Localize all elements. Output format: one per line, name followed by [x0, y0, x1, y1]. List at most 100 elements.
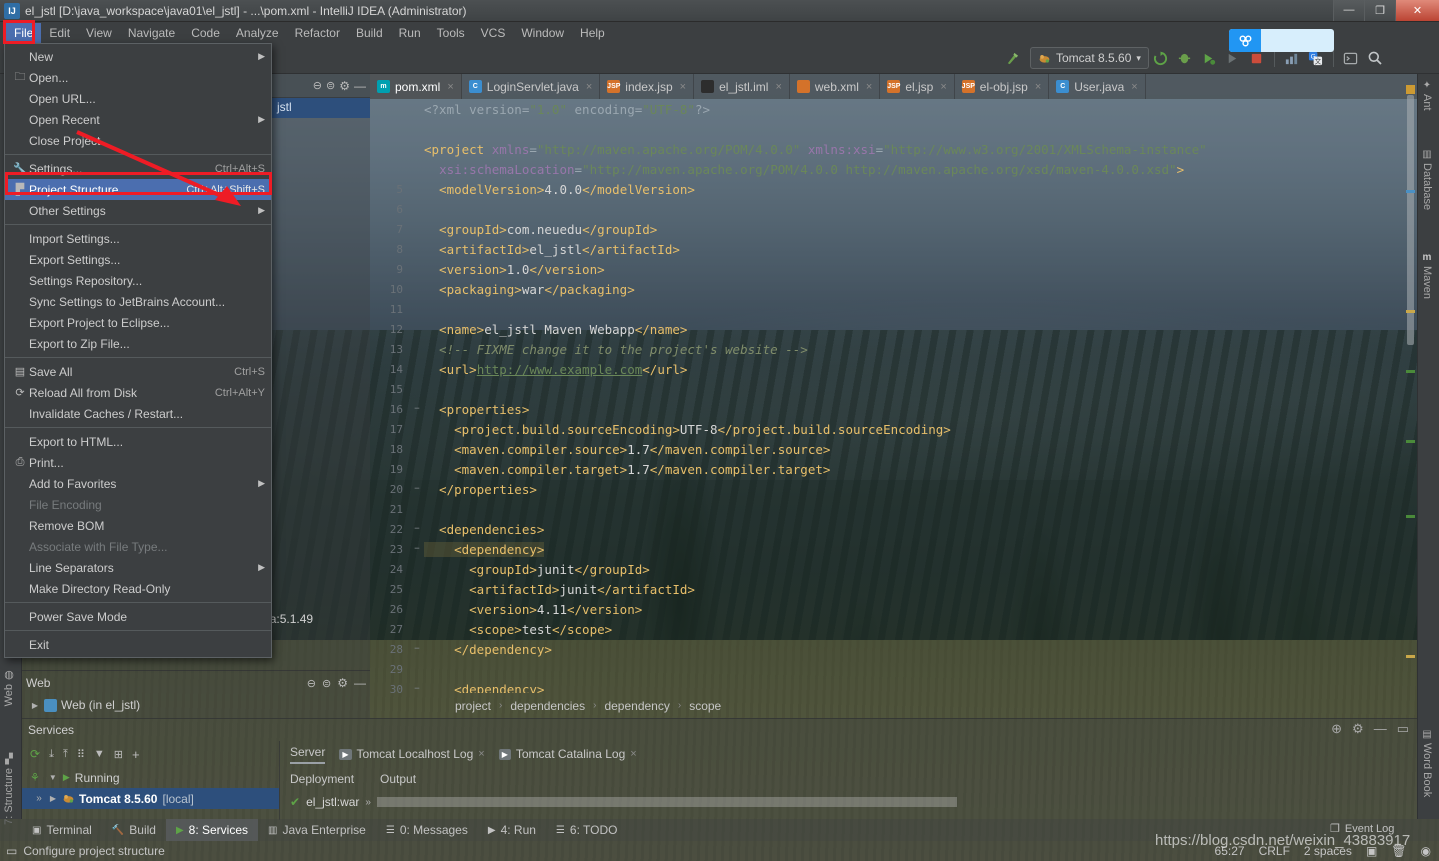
menu-item-view[interactable]: View: [78, 23, 120, 43]
expand-arrow-icon[interactable]: ▶: [30, 701, 40, 710]
file-menu-item-export-settings[interactable]: Export Settings...: [5, 249, 271, 270]
menu-item-analyze[interactable]: Analyze: [228, 23, 287, 43]
collapse-all-icon[interactable]: ⊖: [307, 677, 316, 690]
bottom-tool-0-messages[interactable]: ☰ 0: Messages: [376, 819, 478, 841]
expand-all-icon[interactable]: ⊜: [322, 677, 331, 690]
fold-toggle-icon[interactable]: −: [410, 644, 424, 654]
tool-window-maven[interactable]: m Maven: [1421, 252, 1433, 299]
close-icon[interactable]: ×: [630, 748, 636, 760]
menu-item-refactor[interactable]: Refactor: [287, 23, 348, 43]
run-config-icon[interactable]: ⚘: [30, 771, 40, 784]
fold-toggle-icon[interactable]: −: [410, 684, 424, 693]
scrollbar-thumb[interactable]: [1407, 95, 1414, 345]
editor-tab-web-xml[interactable]: web.xml ×: [790, 74, 881, 99]
editor-scrollbar[interactable]: [1406, 85, 1415, 658]
tool-window-database[interactable]: ▥ Database: [1421, 149, 1433, 210]
rerun-icon[interactable]: [1150, 47, 1172, 69]
notification-chip[interactable]: [1229, 29, 1334, 52]
web-tree-item[interactable]: ▶ Web (in el_jstl): [22, 695, 370, 715]
refresh-icon[interactable]: ⟳: [30, 747, 40, 761]
services-tomcat-row[interactable]: » ▶ Tomcat 8.5.60 [local]: [22, 788, 279, 809]
menu-item-build[interactable]: Build: [348, 23, 391, 43]
file-menu-item-open[interactable]: 🗀 Open...: [5, 67, 271, 88]
editor-tab-el-jstl-iml[interactable]: el_jstl.iml ×: [694, 74, 790, 99]
close-icon[interactable]: ×: [866, 81, 872, 93]
close-icon[interactable]: ×: [1035, 81, 1041, 93]
file-menu-item-remove-bom[interactable]: Remove BOM: [5, 515, 271, 536]
editor-tab-el-obj-jsp[interactable]: JSP el-obj.jsp ×: [955, 74, 1050, 99]
chevron-down-icon[interactable]: ▾: [1136, 53, 1141, 64]
minimize-button[interactable]: —: [1333, 0, 1364, 21]
subtab-output[interactable]: Output: [380, 772, 416, 786]
file-menu-item-open-url[interactable]: Open URL...: [5, 88, 271, 109]
bottom-tool-4-run[interactable]: ▶ 4: Run: [478, 819, 546, 841]
menu-item-navigate[interactable]: Navigate: [120, 23, 183, 43]
fold-toggle-icon[interactable]: −: [410, 404, 424, 414]
breadcrumb-item-scope[interactable]: scope: [689, 699, 721, 713]
close-icon[interactable]: ×: [680, 81, 686, 93]
menu-item-code[interactable]: Code: [183, 23, 228, 43]
editor-tab-pom-xml[interactable]: m pom.xml ×: [370, 74, 462, 99]
file-menu-item-export-to-zip-file[interactable]: Export to Zip File...: [5, 333, 271, 354]
settings-icon[interactable]: ⚙: [1352, 721, 1364, 737]
file-menu-item-reload-all-from-disk[interactable]: ⟳ Reload All from Disk Ctrl+Alt+Y: [5, 382, 271, 403]
expand-all-icon[interactable]: ⤓: [49, 748, 54, 761]
tool-window-word-book[interactable]: ▤ Word Book: [1421, 729, 1433, 797]
menu-item-run[interactable]: Run: [391, 23, 429, 43]
overflow-icon[interactable]: »: [365, 797, 371, 808]
menu-item-vcs[interactable]: VCS: [473, 23, 514, 43]
bottom-tool-6-todo[interactable]: ☰ 6: TODO: [546, 819, 628, 841]
fold-toggle-icon[interactable]: −: [410, 484, 424, 494]
group-icon[interactable]: ⠿: [77, 748, 85, 761]
breadcrumb-item-dependencies[interactable]: dependencies: [510, 699, 585, 713]
expand-arrow-icon[interactable]: ▶: [48, 794, 58, 803]
tab-tomcat-localhost-log[interactable]: ▶ Tomcat Localhost Log ×: [339, 747, 485, 761]
run-configuration-selector[interactable]: Tomcat 8.5.60 ▾: [1030, 47, 1149, 69]
menu-item-file[interactable]: File: [6, 22, 42, 43]
file-menu-item-open-recent[interactable]: Open Recent ▶: [5, 109, 271, 130]
file-menu-item-exit[interactable]: Exit: [5, 634, 271, 655]
subtab-deployment[interactable]: Deployment: [290, 772, 354, 786]
minimize-panel-icon[interactable]: ▭: [1397, 721, 1409, 737]
fold-toggle-icon[interactable]: −: [410, 524, 424, 534]
overflow-icon[interactable]: »: [30, 793, 48, 804]
settings-icon[interactable]: ⚙: [339, 79, 350, 93]
file-menu-item-sync-settings-to-jetbrains-account[interactable]: Sync Settings to JetBrains Account...: [5, 291, 271, 312]
file-menu-item-print[interactable]: ⎙ Print...: [5, 452, 271, 473]
file-menu-item-export-to-html[interactable]: Export to HTML...: [5, 431, 271, 452]
bottom-tool-build[interactable]: 🔨 Build: [102, 819, 166, 841]
expand-icon[interactable]: ⊜: [326, 79, 335, 92]
file-menu-item-settings-repository[interactable]: Settings Repository...: [5, 270, 271, 291]
file-menu-item-new[interactable]: New ▶: [5, 46, 271, 67]
help-icon[interactable]: ⊕: [1331, 721, 1342, 737]
close-icon[interactable]: ×: [1131, 81, 1137, 93]
tab-server[interactable]: Server: [290, 745, 326, 764]
chrome-icon[interactable]: ◉: [1421, 844, 1431, 858]
settings-icon[interactable]: ⚙: [337, 676, 348, 690]
menu-item-help[interactable]: Help: [572, 23, 613, 43]
menu-item-tools[interactable]: Tools: [429, 23, 473, 43]
restore-button[interactable]: ❐: [1364, 0, 1395, 21]
file-menu-item-import-settings[interactable]: Import Settings...: [5, 228, 271, 249]
tool-window-ant[interactable]: ✦ Ant: [1421, 80, 1433, 111]
editor-tab-user-java[interactable]: C User.java ×: [1049, 74, 1146, 99]
file-menu-item-invalidate-caches-restart[interactable]: Invalidate Caches / Restart...: [5, 403, 271, 424]
tab-tomcat-catalina-log[interactable]: ▶ Tomcat Catalina Log ×: [498, 747, 637, 761]
menu-item-window[interactable]: Window: [513, 23, 572, 43]
close-icon[interactable]: ×: [775, 81, 781, 93]
debug-icon[interactable]: [1174, 47, 1196, 69]
bottom-tool-8-services[interactable]: ▶ 8: Services: [165, 819, 259, 841]
hide-icon[interactable]: —: [354, 676, 366, 690]
file-menu-item-add-to-favorites[interactable]: Add to Favorites ▶: [5, 473, 271, 494]
filter-icon[interactable]: ▼: [94, 748, 105, 760]
artifact-row[interactable]: ✔ el_jstl:war »: [280, 791, 1417, 813]
bottom-tool-java-enterprise[interactable]: ▥ Java Enterprise: [258, 819, 376, 841]
close-icon[interactable]: ×: [447, 81, 453, 93]
bottom-tool-terminal[interactable]: ▣ Terminal: [22, 819, 102, 841]
breadcrumb-item-project[interactable]: project: [455, 699, 491, 713]
file-menu-item-power-save-mode[interactable]: Power Save Mode: [5, 606, 271, 627]
add-tab-icon[interactable]: ⊞: [114, 748, 123, 761]
close-icon[interactable]: ×: [478, 748, 484, 760]
file-menu-item-line-separators[interactable]: Line Separators ▶: [5, 557, 271, 578]
build-icon[interactable]: [1001, 47, 1023, 69]
